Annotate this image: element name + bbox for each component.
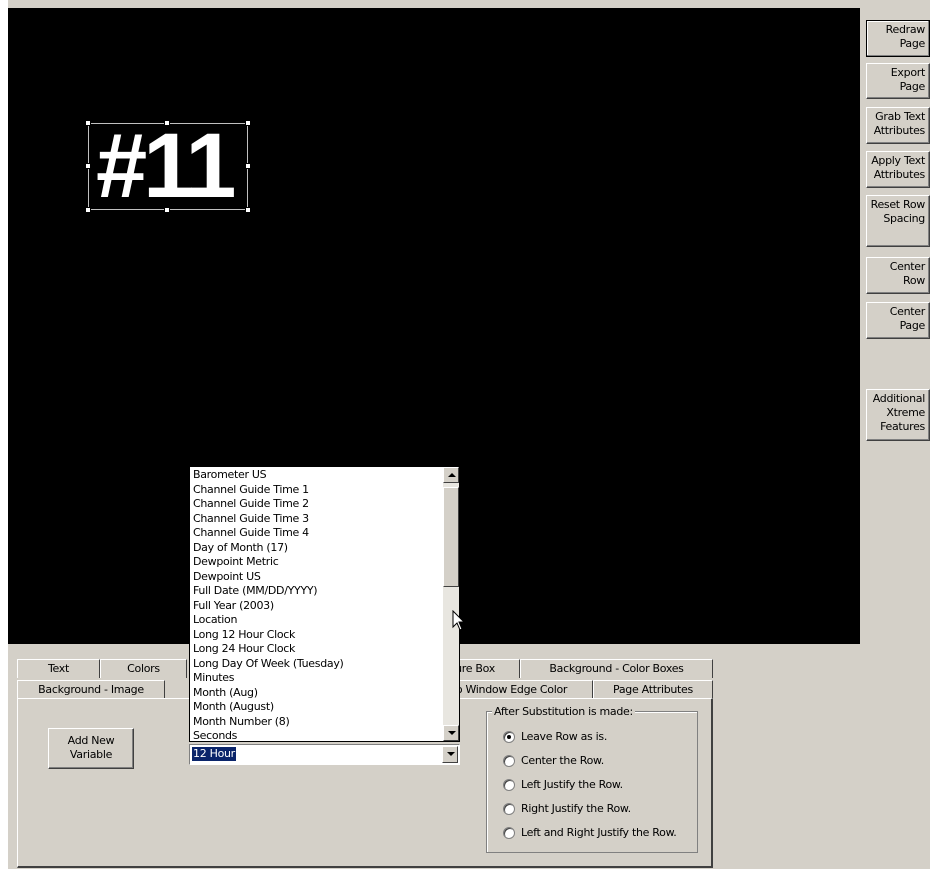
additional-xtreme-features-button[interactable]: Additional Xtreme Features (866, 389, 930, 441)
variable-list-item[interactable]: Month Number (8) (193, 715, 438, 730)
variable-list-item[interactable]: Long 12 Hour Clock (193, 628, 438, 643)
variable-list-item[interactable]: Channel Guide Time 4 (193, 526, 438, 541)
scroll-down-button[interactable] (443, 725, 459, 741)
selection-box[interactable] (88, 123, 248, 210)
variable-list-item[interactable]: Day of Month (17) (193, 541, 438, 556)
variable-list-item[interactable]: Full Year (2003) (193, 599, 438, 614)
variable-list-item[interactable]: Barometer US (193, 468, 438, 483)
arrow-down-icon (448, 731, 456, 735)
redraw-page-button[interactable]: Redraw Page (866, 20, 930, 57)
tab-colors[interactable]: Colors (100, 659, 187, 678)
variable-list-item[interactable]: Month (August) (193, 700, 438, 715)
radio-label-leave-row[interactable]: Leave Row as is. (521, 730, 607, 743)
tab-text[interactable]: Text (17, 659, 100, 678)
resize-handle-ml[interactable] (85, 163, 91, 169)
variable-list-item[interactable]: Minutes (193, 671, 438, 686)
chevron-down-icon (447, 752, 455, 756)
radio-left-right-justify[interactable] (503, 827, 515, 839)
scroll-thumb[interactable] (443, 487, 459, 587)
center-page-button[interactable]: Center Page (866, 302, 930, 339)
variable-combo-box[interactable]: 12 Hour (189, 744, 460, 765)
variable-list-item[interactable]: Full Date (MM/DD/YYYY) (193, 584, 438, 599)
apply-text-attributes-button[interactable]: Apply Text Attributes (866, 151, 930, 188)
variable-list-item[interactable]: Seconds (193, 729, 438, 741)
radio-label-left-justify[interactable]: Left Justify the Row. (521, 778, 623, 791)
resize-handle-bm[interactable] (164, 207, 170, 213)
reset-row-spacing-button[interactable]: Reset Row Spacing (866, 195, 930, 247)
tab-background-color-boxes[interactable]: Background - Color Boxes (520, 659, 713, 678)
add-new-variable-button[interactable]: Add New Variable (48, 728, 134, 769)
variable-list-item[interactable]: Month (Aug) (193, 686, 438, 701)
variable-list-item[interactable]: Long Day Of Week (Tuesday) (193, 657, 438, 672)
resize-handle-br[interactable] (245, 207, 251, 213)
substitution-group-title: After Substitution is made: (492, 705, 635, 718)
variable-dropdown-list[interactable]: Barometer US Channel Guide Time 1 Channel … (189, 466, 460, 742)
radio-left-justify[interactable] (503, 779, 515, 791)
resize-handle-bl[interactable] (85, 207, 91, 213)
variable-list-item[interactable]: Long 24 Hour Clock (193, 642, 438, 657)
variable-list-item[interactable]: Channel Guide Time 3 (193, 512, 438, 527)
radio-right-justify[interactable] (503, 803, 515, 815)
tab-page-attributes[interactable]: Page Attributes (593, 680, 713, 699)
variable-list-item[interactable]: Location (193, 613, 438, 628)
resize-handle-mr[interactable] (245, 163, 251, 169)
variable-list-item[interactable]: Channel Guide Time 1 (193, 483, 438, 498)
variable-list-items: Barometer US Channel Guide Time 1 Channel … (193, 468, 438, 741)
combo-dropdown-button[interactable] (442, 746, 458, 763)
radio-leave-row[interactable] (503, 731, 515, 743)
variable-list-item[interactable]: Dewpoint Metric (193, 555, 438, 570)
resize-handle-tr[interactable] (245, 120, 251, 126)
radio-center-row[interactable] (503, 755, 515, 767)
radio-label-right-justify[interactable]: Right Justify the Row. (521, 802, 631, 815)
mouse-pointer-icon (452, 610, 466, 631)
radio-label-center-row[interactable]: Center the Row. (521, 754, 604, 767)
list-scrollbar[interactable] (443, 467, 459, 741)
combo-selected-value[interactable]: 12 Hour (192, 747, 236, 761)
variable-list-item[interactable]: Channel Guide Time 2 (193, 497, 438, 512)
scroll-up-button[interactable] (443, 467, 459, 483)
arrow-up-icon (448, 473, 456, 477)
resize-handle-tm[interactable] (164, 120, 170, 126)
grab-text-attributes-button[interactable]: Grab Text Attributes (866, 107, 930, 144)
export-page-button[interactable]: Export Page (866, 63, 930, 99)
tab-background-image[interactable]: Background - Image (17, 680, 165, 699)
radio-label-left-right-justify[interactable]: Left and Right Justify the Row. (521, 826, 677, 839)
resize-handle-tl[interactable] (85, 120, 91, 126)
center-row-button[interactable]: Center Row (866, 257, 930, 294)
variable-list-item[interactable]: Dewpoint US (193, 570, 438, 585)
